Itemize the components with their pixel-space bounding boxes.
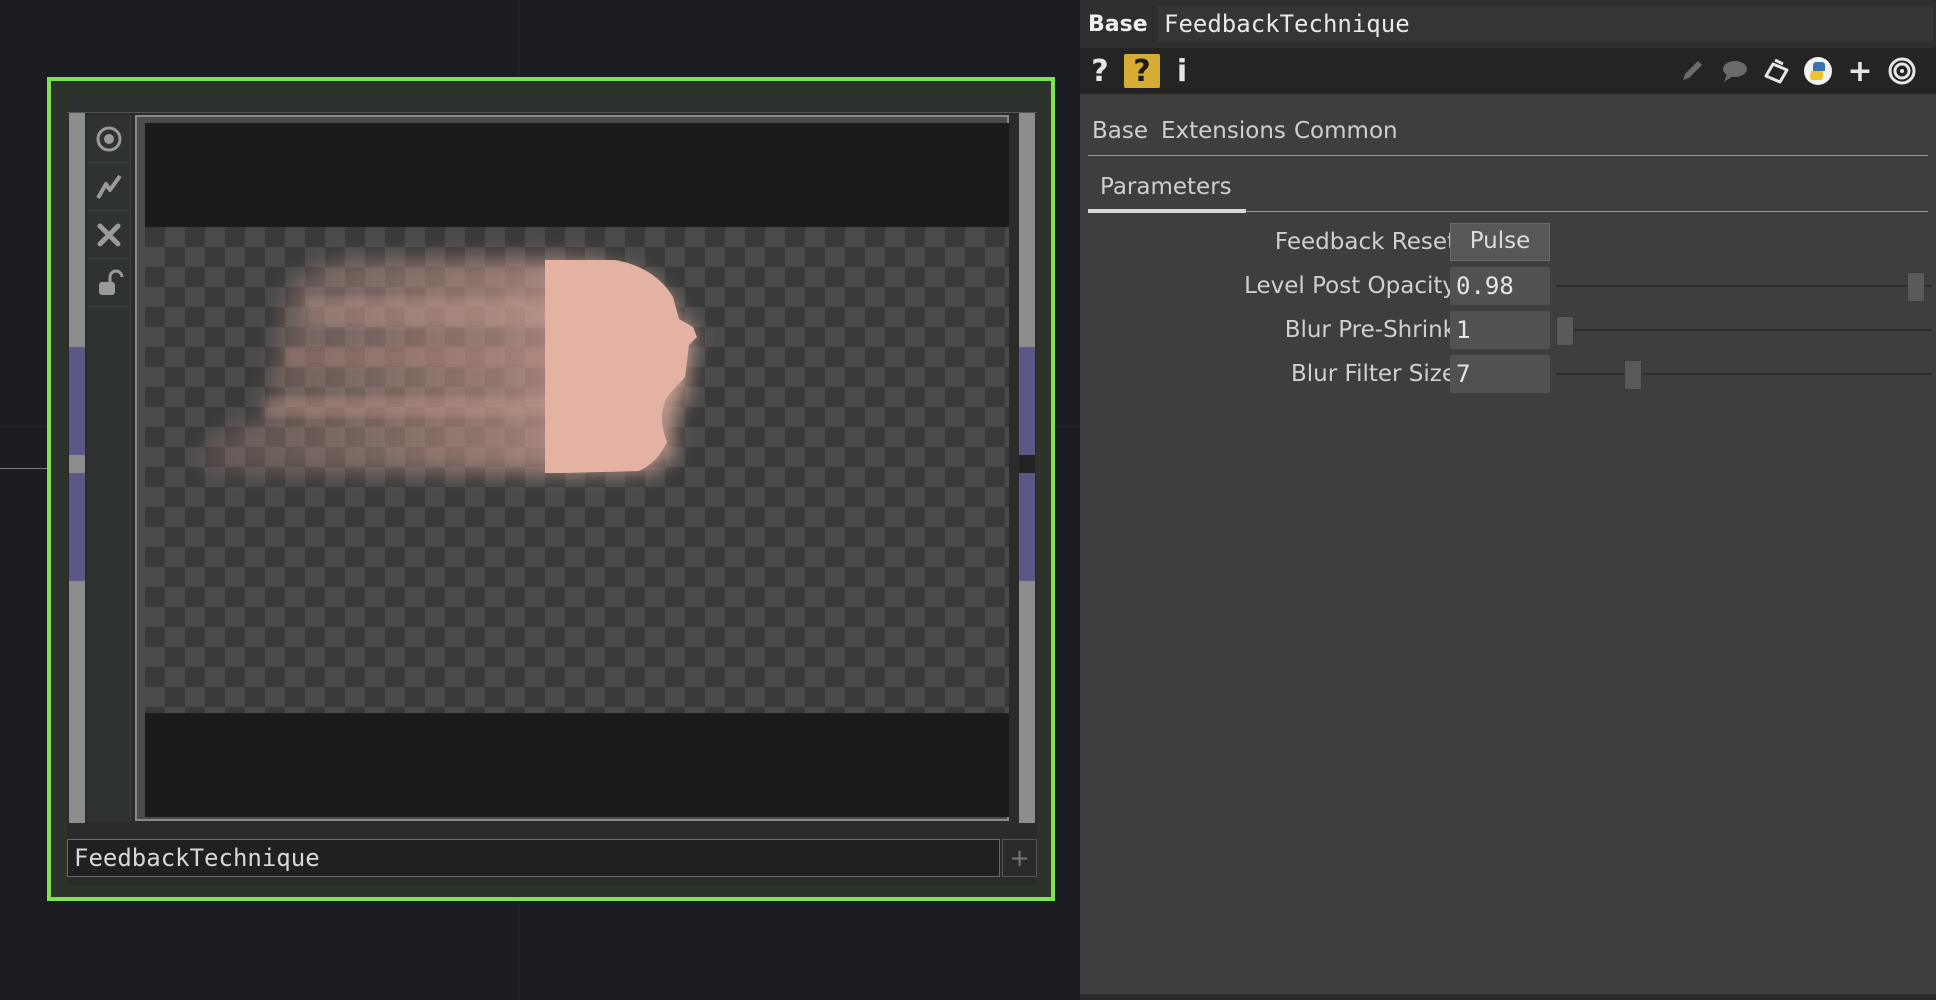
- param-row-level-post-opacity: Level Post Opacity 0.98: [1080, 266, 1936, 306]
- add-icon[interactable]: +: [1002, 839, 1037, 877]
- input-connector[interactable]: [69, 473, 85, 581]
- node-name-field[interactable]: FeedbackTechnique: [67, 839, 1000, 877]
- panel-bottom-edge: [1080, 994, 1936, 1000]
- param-row-blur-pre-shrink: Blur Pre-Shrink 1: [1080, 310, 1936, 350]
- param-label: Blur Filter Size: [1291, 361, 1456, 387]
- panel-header: Base FeedbackTechnique: [1080, 0, 1936, 48]
- opacity-slider-handle[interactable]: [1906, 272, 1925, 302]
- page-tabs: Base Extensions Common: [1088, 112, 1928, 156]
- operator-type-label: Base: [1088, 12, 1148, 37]
- node-flag-column: [87, 115, 131, 821]
- output-strip: [1019, 581, 1035, 823]
- node-body: FeedbackTechnique +: [67, 95, 1037, 885]
- edit-icon[interactable]: [1674, 54, 1710, 88]
- node-viewer-frame: [135, 115, 1009, 821]
- info-icon[interactable]: i: [1172, 54, 1192, 89]
- python-icon[interactable]: [1800, 54, 1836, 88]
- param-row-blur-filter-size: Blur Filter Size 7: [1080, 354, 1936, 394]
- filter-size-value-field[interactable]: 7: [1450, 355, 1550, 393]
- tab-base[interactable]: Base: [1092, 118, 1148, 144]
- add-icon[interactable]: +: [1842, 54, 1878, 89]
- operator-node[interactable]: FeedbackTechnique +: [47, 77, 1055, 901]
- input-connector[interactable]: [69, 347, 85, 455]
- bypass-icon[interactable]: [87, 163, 131, 211]
- pre-shrink-value-field[interactable]: 1: [1450, 311, 1550, 349]
- comment-icon[interactable]: [1716, 54, 1752, 88]
- clone-icon[interactable]: [1758, 54, 1794, 88]
- python-help-icon[interactable]: ?: [1124, 54, 1160, 89]
- output-connector[interactable]: [1019, 473, 1035, 581]
- node-input-side: [67, 113, 85, 823]
- viewer-icon[interactable]: [87, 115, 131, 163]
- output-connector[interactable]: [1019, 347, 1035, 455]
- opacity-value-field[interactable]: 0.98: [1450, 267, 1550, 305]
- tab-common[interactable]: Common: [1294, 118, 1398, 144]
- node-top-bar: [67, 95, 1037, 113]
- param-row-feedback-reset: Feedback Reset Pulse: [1080, 222, 1936, 262]
- viewer-target-icon[interactable]: [1884, 54, 1920, 88]
- filter-size-slider-handle[interactable]: [1624, 360, 1643, 390]
- help-icon[interactable]: ?: [1088, 54, 1112, 89]
- output-strip: [1019, 113, 1035, 347]
- tab-parameters[interactable]: Parameters: [1100, 174, 1232, 200]
- opacity-slider-track[interactable]: [1556, 285, 1932, 287]
- tab-extensions[interactable]: Extensions: [1161, 118, 1286, 144]
- parameter-panel: Base FeedbackTechnique ? ? i + Base Exte…: [1080, 0, 1936, 1000]
- network-editor[interactable]: FeedbackTechnique +: [0, 0, 1080, 1000]
- input-strip: [69, 455, 85, 473]
- active-tab-indicator: [1088, 209, 1246, 213]
- param-label: Blur Pre-Shrink: [1284, 317, 1456, 343]
- input-strip: [69, 113, 85, 347]
- feedback-head-image: [195, 258, 697, 475]
- node-output-side: [1019, 113, 1037, 823]
- output-strip: [1019, 455, 1035, 473]
- pre-shrink-slider-handle[interactable]: [1556, 316, 1574, 346]
- operator-name-field[interactable]: FeedbackTechnique: [1158, 6, 1933, 42]
- close-icon[interactable]: [87, 211, 131, 259]
- lock-icon[interactable]: [87, 259, 131, 307]
- panel-toolbar: ? ? i +: [1080, 48, 1936, 94]
- pulse-button[interactable]: Pulse: [1450, 223, 1550, 261]
- param-label: Feedback Reset: [1274, 229, 1456, 255]
- node-viewer[interactable]: [145, 123, 1009, 817]
- sub-tabs: Parameters: [1088, 168, 1928, 213]
- pre-shrink-slider-track[interactable]: [1556, 329, 1932, 331]
- input-strip: [69, 581, 85, 823]
- param-label: Level Post Opacity: [1244, 273, 1456, 299]
- filter-size-slider-track[interactable]: [1556, 373, 1932, 375]
